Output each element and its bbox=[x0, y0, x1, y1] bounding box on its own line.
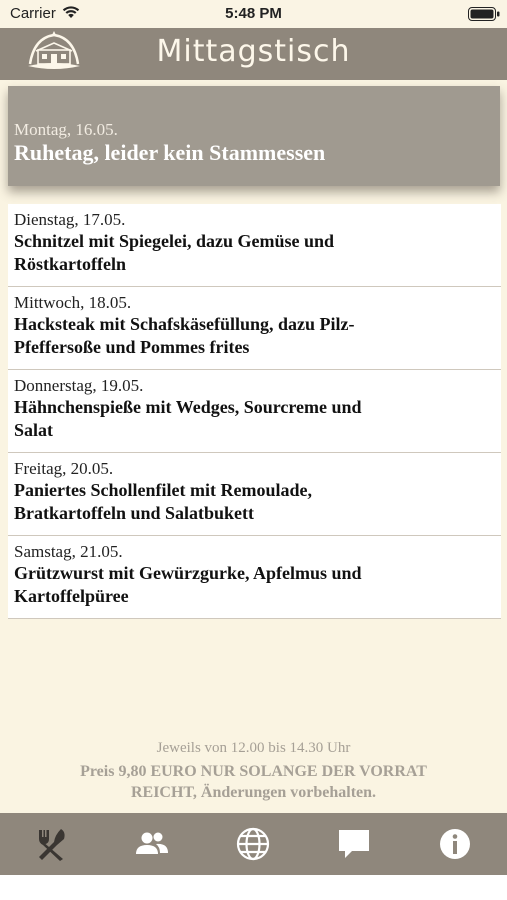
menu-item[interactable]: Samstag, 21.05. Grützwurst mit Gewürzgur… bbox=[8, 536, 501, 619]
menu-item-date: Mittwoch, 18.05. bbox=[14, 293, 132, 312]
menu-item-date: Donnerstag, 19.05. bbox=[14, 376, 144, 395]
battery-icon bbox=[468, 7, 500, 21]
page-title: Mittagstisch bbox=[156, 34, 351, 69]
fork-knife-icon bbox=[38, 829, 65, 861]
menu-item[interactable]: Donnerstag, 19.05. Hähnchenspieße mit We… bbox=[8, 370, 501, 453]
featured-day-card[interactable]: Montag, 16.05. Ruhetag, leider kein Stam… bbox=[8, 86, 500, 186]
featured-dish: Ruhetag, leider kein Stammessen bbox=[14, 140, 326, 165]
menu-item[interactable]: Freitag, 20.05. Paniertes Schollenfilet … bbox=[8, 453, 501, 536]
menu-list: Dienstag, 17.05. Schnitzel mit Spiegelei… bbox=[8, 204, 501, 619]
menu-item-date: Samstag, 21.05. bbox=[14, 542, 123, 561]
menu-item-dish: Paniertes Schollenfilet mit Remoulade, bbox=[14, 480, 312, 500]
status-bar: Carrier 5:48 PM bbox=[0, 0, 507, 28]
home-indicator-area bbox=[0, 875, 507, 900]
opening-hours: Jeweils von 12.00 bis 14.30 Uhr bbox=[156, 740, 351, 756]
price-note: Preis 9,80 EURO NUR SOLANGE DER VORRAT R… bbox=[30, 761, 477, 803]
menu-item[interactable]: Mittwoch, 18.05. Hacksteak mit Schafskäs… bbox=[8, 287, 501, 370]
menu-item-dish: Schnitzel mit Spiegelei, dazu Gemüse und bbox=[14, 231, 335, 251]
menu-item-dish: Salat bbox=[14, 420, 54, 440]
menu-item-dish: Kartoffelpüree bbox=[14, 586, 129, 606]
nav-bar: Mittagstisch bbox=[0, 28, 507, 80]
chat-bubble-icon bbox=[338, 830, 369, 858]
tab-info[interactable] bbox=[404, 813, 505, 875]
menu-item-date: Dienstag, 17.05. bbox=[14, 210, 126, 229]
price-note-line: Preis 9,80 EURO NUR SOLANGE DER VORRAT bbox=[80, 763, 427, 780]
info-icon bbox=[439, 829, 470, 859]
people-icon bbox=[135, 832, 168, 854]
menu-item-dish: Grützwurst mit Gewürzgurke, Apfelmus und bbox=[14, 563, 362, 583]
menu-item-dish: Pfeffersoße und Pommes frites bbox=[14, 337, 250, 357]
menu-item-dish: Röstkartoffeln bbox=[14, 254, 126, 274]
tab-contact[interactable] bbox=[303, 813, 404, 875]
menu-item-dish: Hähnchenspieße mit Wedges, Sourcreme und bbox=[14, 397, 362, 417]
tab-web[interactable] bbox=[202, 813, 303, 875]
price-note-line: REICHT, Änderungen vorbehalten. bbox=[130, 784, 377, 801]
featured-date: Montag, 16.05. bbox=[14, 120, 118, 139]
menu-item-date: Freitag, 20.05. bbox=[14, 459, 114, 478]
status-time: 5:48 PM bbox=[225, 5, 282, 22]
globe-icon bbox=[236, 827, 269, 861]
menu-item[interactable]: Dienstag, 17.05. Schnitzel mit Spiegelei… bbox=[8, 204, 501, 287]
tab-bar bbox=[0, 813, 507, 875]
tab-team[interactable] bbox=[101, 813, 202, 875]
tab-menu[interactable] bbox=[0, 813, 101, 875]
menu-item-dish: Bratkartoffeln und Salatbukett bbox=[14, 503, 255, 523]
menu-item-dish: Hacksteak mit Schafskäsefüllung, dazu Pi… bbox=[14, 314, 355, 334]
menu-content[interactable]: Montag, 16.05. Ruhetag, leider kein Stam… bbox=[0, 80, 507, 813]
